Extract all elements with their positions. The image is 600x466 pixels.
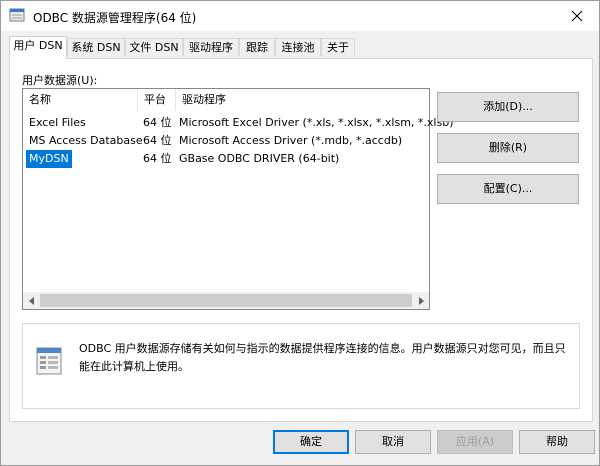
column-header-driver[interactable]: 驱动程序 — [175, 89, 429, 111]
user-dsn-panel: 用户数据源(U): 名称 平台 驱动程序 Excel Files 64 位 Mi… — [9, 58, 593, 422]
dsn-driver: Microsoft Excel Driver (*.xls, *.xlsx, *… — [179, 116, 454, 129]
dsn-name: MyDSN — [26, 150, 72, 168]
ok-button[interactable]: 确定 — [273, 430, 349, 454]
tab-about[interactable]: 关于 — [321, 38, 355, 56]
tab-drivers[interactable]: 驱动程序 — [183, 38, 239, 56]
title-bar: ODBC 数据源管理程序(64 位) — [1, 1, 599, 31]
tab-file-dsn[interactable]: 文件 DSN — [125, 38, 183, 56]
cancel-button[interactable]: 取消 — [355, 430, 431, 454]
close-button[interactable] — [555, 1, 599, 31]
list-header: 名称 平台 驱动程序 — [23, 89, 429, 111]
info-box: ODBC 用户数据源存储有关如何与指示的数据提供程序连接的信息。用户数据源只对您… — [22, 323, 580, 409]
dsn-name: Excel Files — [29, 116, 86, 129]
dsn-driver: GBase ODBC DRIVER (64-bit) — [179, 152, 340, 165]
tab-tracing[interactable]: 跟踪 — [239, 38, 275, 56]
odbc-icon — [9, 8, 25, 22]
user-data-sources-label: 用户数据源(U): — [22, 74, 98, 87]
apply-button[interactable]: 应用(A) — [437, 430, 513, 454]
tab-system-dsn[interactable]: 系统 DSN — [67, 38, 125, 56]
scrollbar-thumb[interactable] — [40, 294, 412, 307]
list-item[interactable]: Excel Files 64 位 Microsoft Excel Driver … — [23, 114, 453, 132]
scroll-left-button[interactable] — [23, 292, 40, 309]
dsn-platform: 64 位 — [143, 152, 172, 165]
dsn-platform: 64 位 — [143, 116, 172, 129]
dsn-platform: 64 位 — [143, 134, 172, 147]
window-title: ODBC 数据源管理程序(64 位) — [33, 11, 197, 25]
add-button[interactable]: 添加(D)... — [437, 92, 579, 122]
odbc-dialog: ODBC 数据源管理程序(64 位) 用户 DSN 系统 DSN 文件 DSN … — [0, 0, 600, 466]
remove-button[interactable]: 删除(R) — [437, 133, 579, 163]
dsn-driver: Microsoft Access Driver (*.mdb, *.accdb) — [179, 134, 403, 147]
scroll-right-button[interactable] — [412, 292, 429, 309]
dsn-name: MS Access Database — [29, 134, 143, 147]
info-description: ODBC 用户数据源存储有关如何与指示的数据提供程序连接的信息。用户数据源只对您… — [79, 342, 566, 373]
tab-connection-pooling[interactable]: 连接池 — [275, 38, 321, 56]
datasource-info-icon — [36, 347, 62, 375]
close-icon — [571, 10, 583, 22]
column-header-platform[interactable]: 平台 — [137, 89, 175, 111]
list-item-selected[interactable]: MyDSN 64 位 GBase ODBC DRIVER (64-bit) — [23, 150, 429, 168]
horizontal-scrollbar[interactable] — [23, 292, 429, 309]
tab-user-dsn[interactable]: 用户 DSN — [9, 36, 67, 59]
configure-button[interactable]: 配置(C)... — [437, 174, 579, 204]
chevron-right-icon — [418, 296, 424, 305]
help-button[interactable]: 帮助 — [519, 430, 595, 454]
list-item[interactable]: MS Access Database 64 位 Microsoft Access… — [23, 132, 429, 150]
chevron-left-icon — [28, 296, 34, 305]
dsn-list[interactable]: 名称 平台 驱动程序 Excel Files 64 位 Microsoft Ex… — [22, 88, 453, 310]
column-header-name[interactable]: 名称 — [23, 89, 137, 111]
